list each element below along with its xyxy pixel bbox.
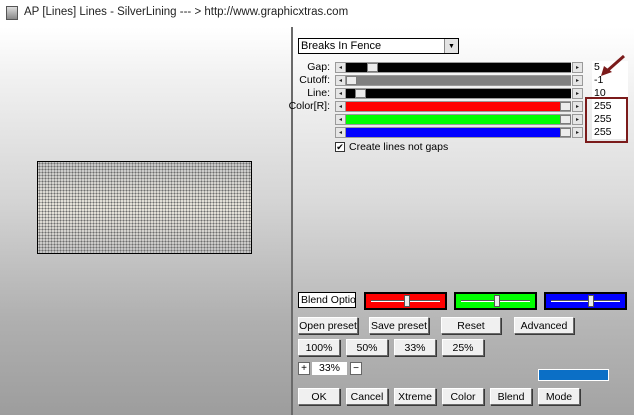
color-r-slider-thumb[interactable] <box>560 102 571 111</box>
arrow-right-icon[interactable]: ▸ <box>572 114 583 125</box>
color-b-slider-fill <box>346 128 560 137</box>
line-slider-fill <box>346 89 571 98</box>
preset-dropdown-value: Breaks In Fence <box>301 40 382 52</box>
arrow-right-icon[interactable]: ▸ <box>572 62 583 73</box>
color-swatch-bar[interactable] <box>538 369 609 381</box>
arrow-right-icon[interactable]: ▸ <box>572 75 583 86</box>
color-b-slider-thumb[interactable] <box>560 128 571 137</box>
arrow-right-icon[interactable]: ▸ <box>572 101 583 112</box>
arrow-left-icon[interactable]: ◂ <box>335 101 346 112</box>
preset-dropdown[interactable]: Breaks In Fence ▼ <box>298 38 459 54</box>
blend-button[interactable]: Blend <box>490 388 532 405</box>
ok-button[interactable]: OK <box>298 388 340 405</box>
blend-options-select[interactable]: Blend Options <box>298 292 356 308</box>
cutoff-slider-fill <box>357 76 571 85</box>
create-lines-label: Create lines not gaps <box>349 141 449 153</box>
color-g-slider-track[interactable] <box>346 114 571 125</box>
title-bar: AP [Lines] Lines - SilverLining --- > ht… <box>0 0 634 27</box>
advanced-button[interactable]: Advanced <box>514 317 574 334</box>
arrow-right-icon[interactable]: ▸ <box>572 127 583 138</box>
gap-label: Gap: <box>307 61 330 73</box>
zoom-100-button[interactable]: 100% <box>298 339 340 356</box>
cutoff-slider-thumb[interactable] <box>346 76 357 85</box>
arrow-left-icon[interactable]: ◂ <box>335 75 346 86</box>
color-b-slider-track[interactable] <box>346 127 571 138</box>
zoom-in-button[interactable]: + <box>298 362 310 375</box>
zoom-25-button[interactable]: 25% <box>442 339 484 356</box>
color-g-slider-thumb[interactable] <box>560 115 571 124</box>
blue-blend-slider[interactable] <box>544 292 627 310</box>
color-r-label: Color[R]: <box>288 100 330 112</box>
preview-image <box>37 161 252 254</box>
mode-button[interactable]: Mode <box>538 388 580 405</box>
slider-thumb[interactable] <box>494 295 500 307</box>
annotation-arrow-icon <box>601 55 625 76</box>
cutoff-label: Cutoff: <box>299 74 330 86</box>
gap-slider-fill <box>346 63 571 72</box>
arrow-left-icon[interactable]: ◂ <box>335 114 346 125</box>
window-title: AP [Lines] Lines - SilverLining --- > ht… <box>24 6 349 18</box>
zoom-out-button[interactable]: − <box>350 362 362 375</box>
arrow-left-icon[interactable]: ◂ <box>335 88 346 99</box>
slider-thumb[interactable] <box>588 295 594 307</box>
color-r-slider-track[interactable] <box>346 101 571 112</box>
line-slider-thumb[interactable] <box>355 89 366 98</box>
app-icon <box>6 6 18 20</box>
chevron-down-icon[interactable]: ▼ <box>444 39 458 53</box>
value-highlight-box <box>585 97 628 143</box>
arrow-right-icon[interactable]: ▸ <box>572 88 583 99</box>
cancel-button[interactable]: Cancel <box>346 388 388 405</box>
reset-button[interactable]: Reset <box>441 317 501 334</box>
zoom-50-button[interactable]: 50% <box>346 339 388 356</box>
line-slider-track[interactable] <box>346 88 571 99</box>
color-button[interactable]: Color <box>442 388 484 405</box>
color-r-slider-fill <box>346 102 560 111</box>
gap-slider-track[interactable] <box>346 62 571 73</box>
create-lines-checkbox[interactable]: ✔ <box>335 142 345 152</box>
xtreme-button[interactable]: Xtreme <box>394 388 436 405</box>
red-blend-slider[interactable] <box>364 292 447 310</box>
slider-track <box>551 300 620 302</box>
zoom-33-button[interactable]: 33% <box>394 339 436 356</box>
slider-thumb[interactable] <box>404 295 410 307</box>
zoom-level-value: 33% <box>312 362 347 375</box>
open-preset-button[interactable]: Open preset <box>298 317 358 334</box>
arrow-left-icon[interactable]: ◂ <box>335 127 346 138</box>
blend-options-value: Blend Options <box>301 294 356 306</box>
arrow-left-icon[interactable]: ◂ <box>335 62 346 73</box>
line-label: Line: <box>307 87 330 99</box>
green-blend-slider[interactable] <box>454 292 537 310</box>
save-preset-button[interactable]: Save preset <box>369 317 429 334</box>
gap-slider-thumb[interactable] <box>367 63 378 72</box>
color-g-slider-fill <box>346 115 560 124</box>
cutoff-slider-track[interactable] <box>346 75 571 86</box>
